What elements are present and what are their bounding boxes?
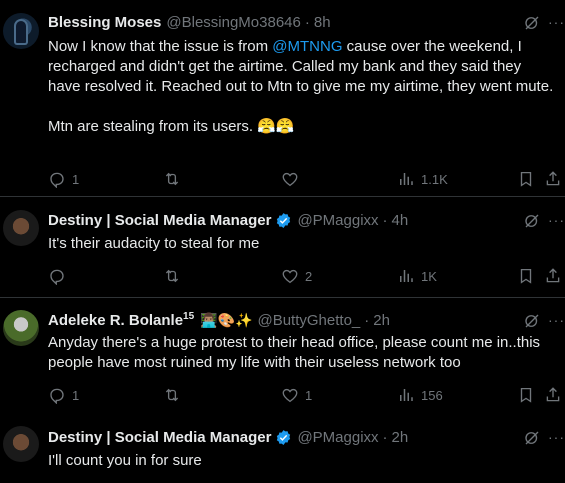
grok-icon[interactable]: [523, 212, 541, 230]
tweet-2[interactable]: Destiny | Social Media Manager @PMaggixx…: [0, 197, 565, 297]
author-name-text: Adeleke R. Bolanle: [48, 312, 184, 329]
bookmark-button[interactable]: [517, 169, 535, 189]
author-name[interactable]: Destiny | Social Media Manager: [48, 429, 271, 446]
tweet-3[interactable]: Adeleke R. Bolanle15 👨🏽‍💻🎨✨ @ButtyGhetto…: [0, 298, 565, 418]
views-button[interactable]: 156: [397, 385, 443, 405]
reply-count: 1: [72, 171, 80, 187]
avatar[interactable]: [3, 310, 39, 346]
tweet-text: Anyday there's a huge protest to their h…: [48, 334, 545, 371]
tweet-4[interactable]: Destiny | Social Media Manager @PMaggixx…: [0, 420, 565, 483]
like-count: 2: [305, 268, 313, 284]
verified-badge-icon: [275, 429, 292, 446]
tweet-text: Now I know that the issue is from @MTNNG…: [48, 37, 556, 137]
like-button[interactable]: 1: [281, 385, 312, 405]
share-icon: [544, 170, 562, 188]
timestamp[interactable]: 2h: [373, 312, 390, 329]
share-button[interactable]: [544, 266, 562, 286]
reply-button[interactable]: 1: [48, 385, 79, 405]
reply-icon: [48, 386, 66, 404]
separator-dot: ·: [304, 13, 310, 31]
author-handle[interactable]: @BlessingMo38646: [166, 14, 300, 31]
name-superscript: 15: [183, 311, 195, 322]
views-button[interactable]: 1.1K: [397, 169, 448, 189]
grok-icon[interactable]: [523, 14, 541, 32]
more-icon[interactable]: ···: [548, 14, 565, 30]
views-button[interactable]: 1K: [397, 266, 437, 286]
repost-button[interactable]: [163, 169, 181, 189]
views-icon: [397, 170, 415, 188]
like-button[interactable]: 2: [281, 266, 312, 286]
timestamp[interactable]: 2h: [392, 429, 409, 446]
reply-button[interactable]: [48, 266, 66, 286]
bookmark-button[interactable]: [517, 385, 535, 405]
bookmark-icon: [517, 386, 535, 404]
bookmark-icon: [517, 170, 535, 188]
bookmark-icon: [517, 267, 535, 285]
verified-badge-icon: [275, 212, 292, 229]
like-icon: [281, 267, 299, 285]
repost-icon: [163, 170, 181, 188]
more-icon[interactable]: ···: [548, 429, 565, 445]
views-icon: [397, 386, 415, 404]
share-button[interactable]: [544, 169, 562, 189]
repost-button[interactable]: [163, 266, 181, 286]
repost-icon: [163, 267, 181, 285]
like-icon: [281, 170, 299, 188]
repost-icon: [163, 386, 181, 404]
separator-dot: ·: [382, 211, 388, 229]
timestamp[interactable]: 8h: [314, 14, 331, 31]
views-count: 1.1K: [421, 171, 448, 187]
separator-dot: ·: [382, 428, 388, 446]
like-icon: [281, 386, 299, 404]
timestamp[interactable]: 4h: [392, 212, 409, 229]
name-emojis: 👨🏽‍💻🎨✨: [200, 311, 253, 328]
views-icon: [397, 267, 415, 285]
like-button[interactable]: [281, 169, 299, 189]
views-count: 156: [421, 387, 443, 403]
mention-link[interactable]: @MTNNG: [272, 38, 342, 55]
grok-icon[interactable]: [523, 429, 541, 447]
share-icon: [544, 386, 562, 404]
more-icon[interactable]: ···: [548, 212, 565, 228]
share-icon: [544, 267, 562, 285]
separator-dot: ·: [364, 311, 370, 329]
like-count: 1: [305, 387, 313, 403]
bookmark-button[interactable]: [517, 266, 535, 286]
reply-count: 1: [72, 387, 80, 403]
author-handle[interactable]: @ButtyGhetto_: [257, 312, 360, 329]
avatar[interactable]: [3, 210, 39, 246]
share-button[interactable]: [544, 385, 562, 405]
author-name[interactable]: Blessing Moses: [48, 14, 161, 31]
tweet-text-part: Now I know that the issue is from: [48, 38, 273, 55]
tweet-text: It's their audacity to steal for me: [48, 235, 260, 252]
reply-icon: [48, 170, 66, 188]
tweet-1[interactable]: Blessing Moses @BlessingMo38646 · 8h ···…: [0, 0, 565, 195]
avatar[interactable]: [3, 13, 39, 49]
reply-icon: [48, 267, 66, 285]
tweet-text: I'll count you in for sure: [48, 452, 202, 469]
avatar[interactable]: [3, 426, 39, 462]
author-name[interactable]: Adeleke R. Bolanle15: [48, 311, 194, 329]
repost-button[interactable]: [163, 385, 181, 405]
author-handle[interactable]: @PMaggixx: [297, 212, 378, 229]
reply-button[interactable]: 1: [48, 169, 79, 189]
more-icon[interactable]: ···: [548, 312, 565, 328]
views-count: 1K: [421, 268, 437, 284]
grok-icon[interactable]: [523, 312, 541, 330]
author-name[interactable]: Destiny | Social Media Manager: [48, 212, 271, 229]
author-handle[interactable]: @PMaggixx: [297, 429, 378, 446]
